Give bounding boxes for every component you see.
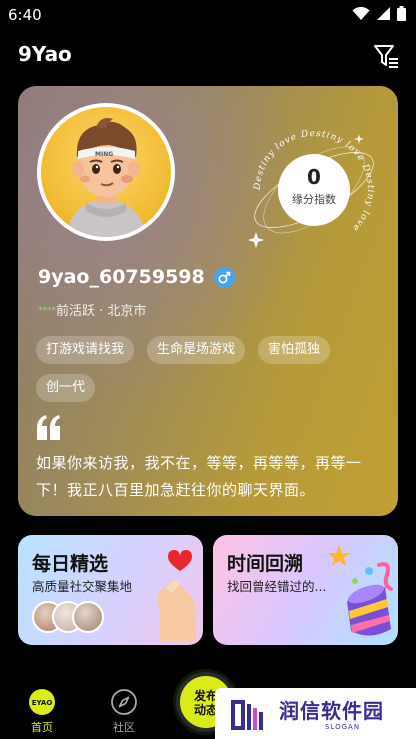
nav-home[interactable]: EYAO 首页 [12, 688, 72, 735]
party-popper-icon [328, 545, 393, 636]
avatar-illustration: MING [66, 118, 146, 237]
tag-item[interactable]: 打游戏请找我 [36, 336, 135, 364]
mini-avatar-stack [32, 601, 112, 635]
profile-card[interactable]: MING Destiny love Destiny love Destiny l… [18, 86, 398, 516]
tag-item[interactable]: 创一代 [36, 374, 96, 402]
nav-home-label: 首页 [31, 721, 53, 734]
username: 9yao_60759598 [38, 266, 205, 288]
destiny-score: 0 缘分指数 [278, 154, 350, 226]
watermark-logo-icon [231, 700, 263, 730]
battery-icon [397, 6, 406, 21]
nav-community-label: 社区 [113, 721, 135, 734]
male-icon [213, 266, 235, 288]
destiny-label: 缘分指数 [292, 193, 336, 206]
watermark: 润信软件园 SLOGAN [215, 688, 416, 739]
time-rewind-subtitle: 找回曾经错过的... [227, 579, 327, 594]
watermark-slogan: SLOGAN [325, 723, 361, 731]
app-title: 9Yao [18, 42, 72, 66]
avatar-caption: MING [95, 151, 113, 158]
quote-icon [37, 415, 60, 440]
wifi-icon [352, 6, 370, 20]
signature-quote: 如果你来访我，我不在，等等，再等等，再等一下！我正八百里加急赶往你的聊天界面。 [36, 454, 362, 499]
watermark-title: 润信软件园 [279, 699, 384, 723]
time-rewind-title: 时间回溯 [227, 553, 304, 575]
home-logo-text: EYAO [32, 699, 53, 707]
time-rewind-card[interactable]: 时间回溯 找回曾经错过的... [213, 535, 398, 645]
filter-icon[interactable] [372, 42, 400, 70]
daily-picks-subtitle: 高质量社交聚集地 [32, 579, 133, 594]
compass-icon [111, 689, 137, 715]
daily-picks-title: 每日精选 [32, 553, 109, 575]
nav-community[interactable]: 社区 [94, 688, 154, 735]
finger-heart-icon [157, 550, 196, 641]
sparkle-icon [248, 232, 264, 248]
home-logo-icon: EYAO [29, 689, 55, 715]
signal-icon [377, 7, 390, 20]
destiny-value: 0 [307, 165, 321, 189]
status-time: 6:40 [8, 6, 42, 24]
avatar-image: MING [41, 107, 171, 237]
tag-item[interactable]: 害怕孤独 [258, 336, 331, 364]
daily-picks-card[interactable]: 每日精选 高质量社交聚集地 [18, 535, 203, 645]
status-bar: 6:40 [0, 0, 416, 30]
activity-text: 前活跃 · 北京市 [56, 304, 147, 319]
activity-status: ****前活跃 · 北京市 [38, 300, 146, 319]
mini-avatar [72, 601, 104, 633]
username-row: 9yao_60759598 [38, 264, 235, 290]
avatar[interactable]: MING [37, 103, 175, 241]
activity-stars: **** [38, 306, 56, 316]
app-header: 9Yao [0, 40, 416, 72]
sparkle-icon [354, 134, 364, 144]
status-icons [352, 6, 406, 21]
destiny-badge[interactable]: Destiny love Destiny love Destiny love 0… [244, 120, 384, 260]
tag-item[interactable]: 生命是场游戏 [147, 336, 246, 364]
